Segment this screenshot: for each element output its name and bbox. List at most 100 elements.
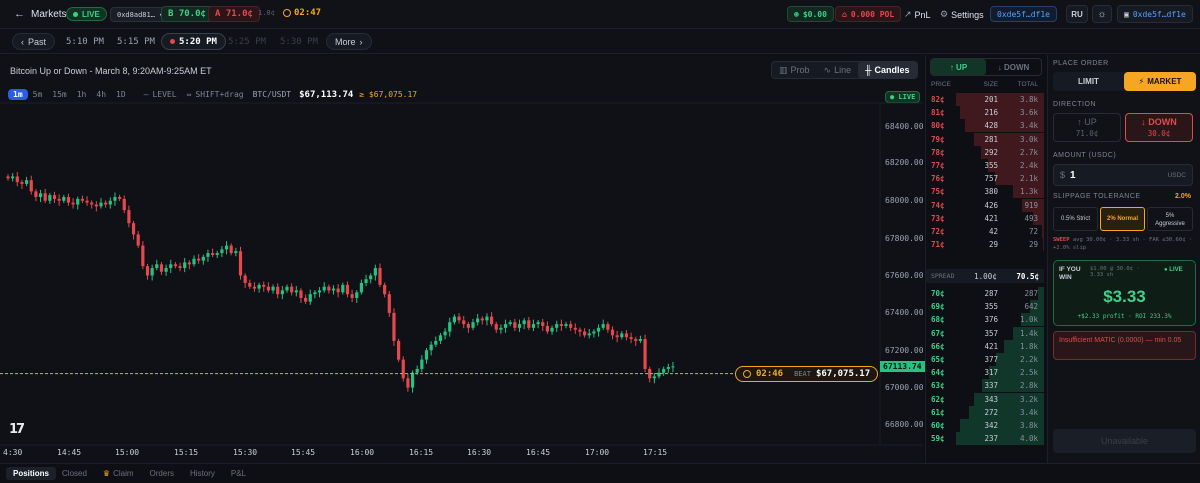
ask-row[interactable]: 82¢ 201 3.8k [926, 93, 1044, 106]
x-tick: 15:00 [115, 448, 140, 457]
ask-row[interactable]: 78¢ 292 2.7k [926, 145, 1044, 159]
beat-badge: 02:46 BEAT $67,075.17 [735, 366, 879, 382]
ask-row[interactable]: 80¢ 428 3.4k [926, 119, 1044, 133]
bid-row[interactable]: 63¢ 337 2.8k [926, 379, 1044, 393]
language-button[interactable]: RU [1066, 5, 1088, 23]
tab-claim[interactable]: ♛ Claim [103, 469, 134, 478]
candle-body [266, 286, 270, 291]
direction-up-button[interactable]: ↑ UP 71.0¢ [1053, 113, 1121, 142]
tab-positions[interactable]: Positions [6, 467, 57, 480]
pol-balance[interactable]: ⌂ 0.000 POL [835, 6, 902, 22]
x-tick: 15:30 [233, 448, 258, 457]
tab-closed[interactable]: Closed [62, 469, 87, 478]
ask-label: A 71.0¢ [215, 9, 253, 19]
row-price: 59¢ [931, 434, 945, 444]
bid-row[interactable]: 64¢ 317 2.5k [926, 366, 1044, 380]
candle-body [522, 320, 526, 325]
candle-body [66, 197, 71, 203]
candle-body [248, 282, 252, 287]
row-price: 82¢ [931, 95, 945, 104]
header-size: SIZE [983, 81, 998, 88]
usd-balance[interactable]: ⊛ $0.00 [787, 6, 834, 22]
ask-row[interactable]: 73¢ 421 493 [926, 211, 1044, 225]
market-button[interactable]: ⚡ MARKET [1124, 72, 1196, 91]
dollar-circle-icon: ⊛ [794, 9, 799, 19]
slippage-strict[interactable]: 0.5% Strict [1053, 207, 1098, 231]
back-to-markets[interactable]: ← Markets [14, 8, 67, 20]
slippage-normal[interactable]: 2% Normal [1100, 207, 1145, 231]
bid-row[interactable]: 65¢ 377 2.2k [926, 353, 1044, 366]
bid-row[interactable]: 69¢ 355 642 [926, 300, 1044, 314]
candle-body [434, 340, 438, 345]
row-total: 2.4k [1019, 161, 1038, 170]
candle-body [308, 294, 312, 302]
book-tab-up[interactable]: ↑ UP [931, 59, 986, 75]
candle-body [80, 198, 84, 201]
tab-pnl[interactable]: P&L [231, 469, 246, 478]
bid-row[interactable]: 60¢ 342 3.8k [926, 419, 1044, 432]
settings-button[interactable]: ⚙ Settings [940, 9, 984, 20]
bottom-tabs: Positions Closed ♛ Claim Orders History P… [0, 463, 1200, 483]
theme-toggle[interactable]: ☼ [1092, 5, 1112, 23]
limit-button[interactable]: LIMIT [1053, 72, 1124, 91]
bid-row[interactable]: 70¢ 287 287 [926, 287, 1044, 300]
candle-body [71, 202, 75, 205]
bid-row[interactable]: 68¢ 376 1.0k [926, 313, 1044, 327]
ask-row[interactable]: 81¢ 216 3.6k [926, 106, 1044, 120]
amount-value: 1 [1070, 169, 1076, 181]
time-option[interactable]: 5:10 PM [58, 33, 112, 50]
bid-row[interactable]: 59¢ 237 4.0k [926, 432, 1044, 446]
candle-body [187, 262, 191, 265]
candle-body [620, 333, 624, 338]
book-tab-down[interactable]: ↓ DOWN [986, 59, 1041, 75]
candle-body [118, 197, 122, 199]
slippage-aggressive[interactable]: 5% Aggressive [1147, 207, 1193, 231]
place-order-title: PLACE ORDER [1053, 60, 1109, 67]
candle-body [545, 325, 549, 332]
row-size: 281 [984, 134, 998, 144]
wallet-button[interactable]: ▣ 0xde5f…df1e [1117, 5, 1193, 23]
bid-row[interactable]: 67¢ 357 1.4k [926, 326, 1044, 340]
candle-body [638, 339, 642, 341]
ask-row[interactable]: 77¢ 355 2.4k [926, 159, 1044, 172]
submit-button[interactable]: Unavailable [1053, 429, 1196, 453]
row-price: 72¢ [931, 227, 945, 236]
ask-row[interactable]: 79¢ 281 3.0k [926, 132, 1044, 146]
tab-history[interactable]: History [190, 469, 215, 478]
amount-input[interactable]: $ 1 USDC [1053, 164, 1193, 186]
y-tick: 67000.00 [885, 383, 924, 392]
time-option-active[interactable]: 5:20 PM [161, 33, 226, 50]
more-button[interactable]: More › [326, 33, 372, 50]
bid-row[interactable]: 66¢ 421 1.8k [926, 339, 1044, 353]
row-size: 428 [984, 121, 998, 131]
candle-body [234, 251, 238, 254]
order-type-switch: LIMIT ⚡ MARKET [1053, 72, 1196, 91]
win-label-line2: WIN [1059, 274, 1072, 281]
tab-orders[interactable]: Orders [150, 469, 174, 478]
bid-row[interactable]: 62¢ 343 3.2k [926, 392, 1044, 406]
ask-row[interactable]: 74¢ 426 919 [926, 198, 1044, 212]
row-total: 3.4k [1019, 121, 1038, 131]
direction-down-button[interactable]: ↓ DOWN 30.0¢ [1125, 113, 1193, 142]
address-chip[interactable]: 0xde5f…df1e [990, 6, 1057, 22]
row-total: 3.8k [1019, 421, 1038, 430]
time-option[interactable]: 5:15 PM [109, 33, 163, 50]
row-size: 376 [984, 315, 998, 325]
candlestick-chart[interactable] [0, 55, 923, 463]
candle-body [503, 324, 508, 328]
pnl-button[interactable]: ↗ PnL [904, 9, 931, 20]
past-button[interactable]: ‹ Past [12, 33, 56, 50]
ask-row[interactable]: 72¢ 42 72 [926, 225, 1044, 238]
y-tick: 68000.00 [885, 196, 924, 205]
depth-bar [1042, 225, 1044, 238]
bid-row[interactable]: 61¢ 272 3.4k [926, 405, 1044, 419]
row-price: 68¢ [931, 315, 945, 325]
ask-row[interactable]: 71¢ 29 29 [926, 238, 1044, 252]
candle-body [466, 324, 470, 328]
book-headers: PRICE SIZE TOTAL [926, 81, 1044, 88]
row-size: 292 [984, 147, 998, 157]
slip-aggr-label: Aggressive [1155, 221, 1185, 227]
candle-body [452, 316, 456, 323]
ask-row[interactable]: 76¢ 757 2.1k [926, 172, 1044, 186]
ask-row[interactable]: 75¢ 380 1.3k [926, 185, 1044, 199]
